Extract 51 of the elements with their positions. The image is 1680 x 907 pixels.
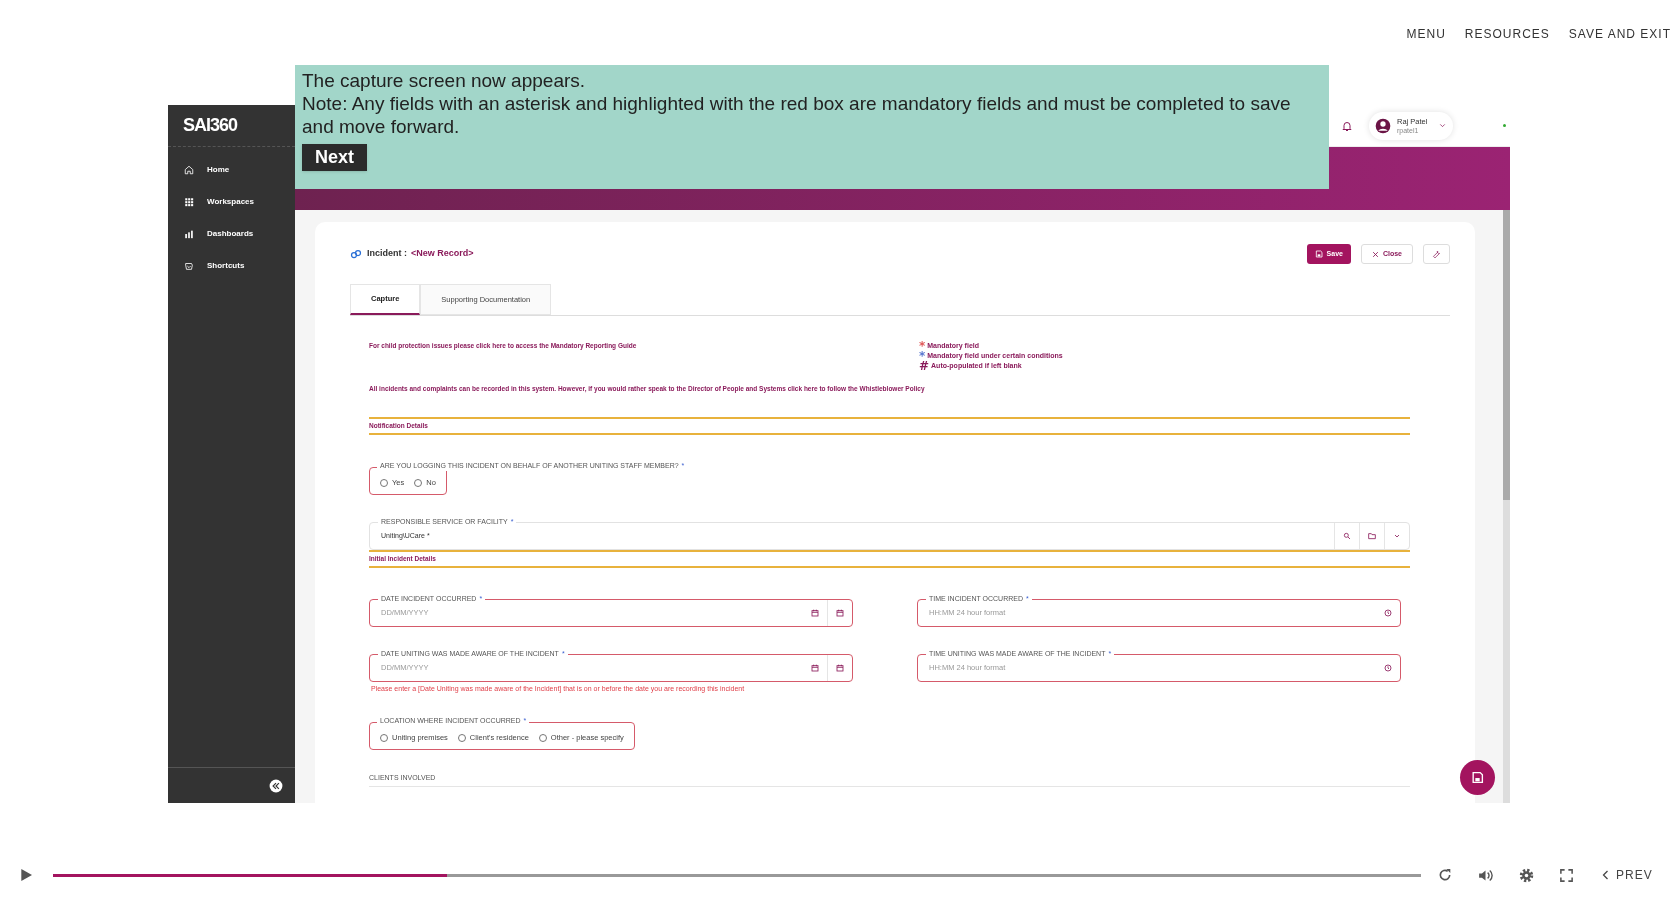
radio-button[interactable] xyxy=(538,733,547,742)
clock-icon xyxy=(1383,663,1392,672)
sidebar-item[interactable]: Shortcuts xyxy=(168,250,295,282)
save-fab-button[interactable] xyxy=(1460,760,1495,795)
sidebar-item[interactable]: Workspaces xyxy=(168,186,295,218)
record-value: <New Record> xyxy=(411,247,474,261)
avatar-icon xyxy=(1375,117,1391,134)
nav-link[interactable]: MENU xyxy=(1406,25,1446,43)
floppy-icon xyxy=(1314,250,1323,258)
wrench-icon xyxy=(1432,249,1441,259)
legend-mark: * xyxy=(919,341,926,351)
sidebar-item[interactable]: Dashboards xyxy=(168,218,295,250)
chevron-down-icon xyxy=(1438,121,1447,130)
radio-button[interactable] xyxy=(380,733,388,742)
legend-mark: * xyxy=(919,351,926,361)
fullscreen-icon[interactable] xyxy=(1559,867,1574,883)
calendar-icon xyxy=(836,608,844,617)
search-icon xyxy=(1343,531,1351,540)
nav-link[interactable]: SAVE AND EXIT xyxy=(1568,25,1671,43)
scrollbar-thumb[interactable] xyxy=(1503,210,1510,500)
link-icon xyxy=(350,248,362,260)
legend-mark: # xyxy=(919,361,930,371)
instruction-text: Note: Any fields with an asterisk and highlighted with the red box are mandatory fields and must be completed to save and move forward. xyxy=(302,92,1292,138)
next-button[interactable]: Next xyxy=(302,144,367,171)
floppy-icon xyxy=(1471,771,1484,784)
calendar-icon xyxy=(810,608,819,617)
settings-icon[interactable] xyxy=(1518,866,1535,884)
clock-icon xyxy=(1383,608,1392,617)
chart-icon xyxy=(184,229,194,239)
record-label: Incident : xyxy=(367,247,407,261)
collapse-icon[interactable] xyxy=(269,778,283,793)
home-icon xyxy=(184,165,194,175)
shortcut-icon xyxy=(184,261,194,271)
calendar-icon xyxy=(810,663,819,672)
replay-icon[interactable] xyxy=(1437,867,1453,883)
radio-button[interactable] xyxy=(380,478,388,487)
radio-button[interactable] xyxy=(457,733,466,742)
prev-link[interactable]: PREV xyxy=(1600,866,1653,884)
radio-button[interactable] xyxy=(414,478,423,487)
grid-icon xyxy=(184,197,194,207)
bell-icon[interactable] xyxy=(1341,119,1353,132)
sidebar-item[interactable]: Home xyxy=(168,154,295,186)
folder-icon xyxy=(1368,531,1376,540)
logo: SAI360 xyxy=(183,114,238,137)
play-icon[interactable] xyxy=(18,867,34,883)
calendar-icon xyxy=(836,663,844,672)
close-icon xyxy=(1371,250,1379,258)
progress-track[interactable] xyxy=(53,873,1421,877)
wrench-button[interactable] xyxy=(1423,244,1450,264)
instruction-text: The capture screen now appears. xyxy=(302,69,587,92)
nav-link[interactable]: RESOURCES xyxy=(1464,25,1550,43)
